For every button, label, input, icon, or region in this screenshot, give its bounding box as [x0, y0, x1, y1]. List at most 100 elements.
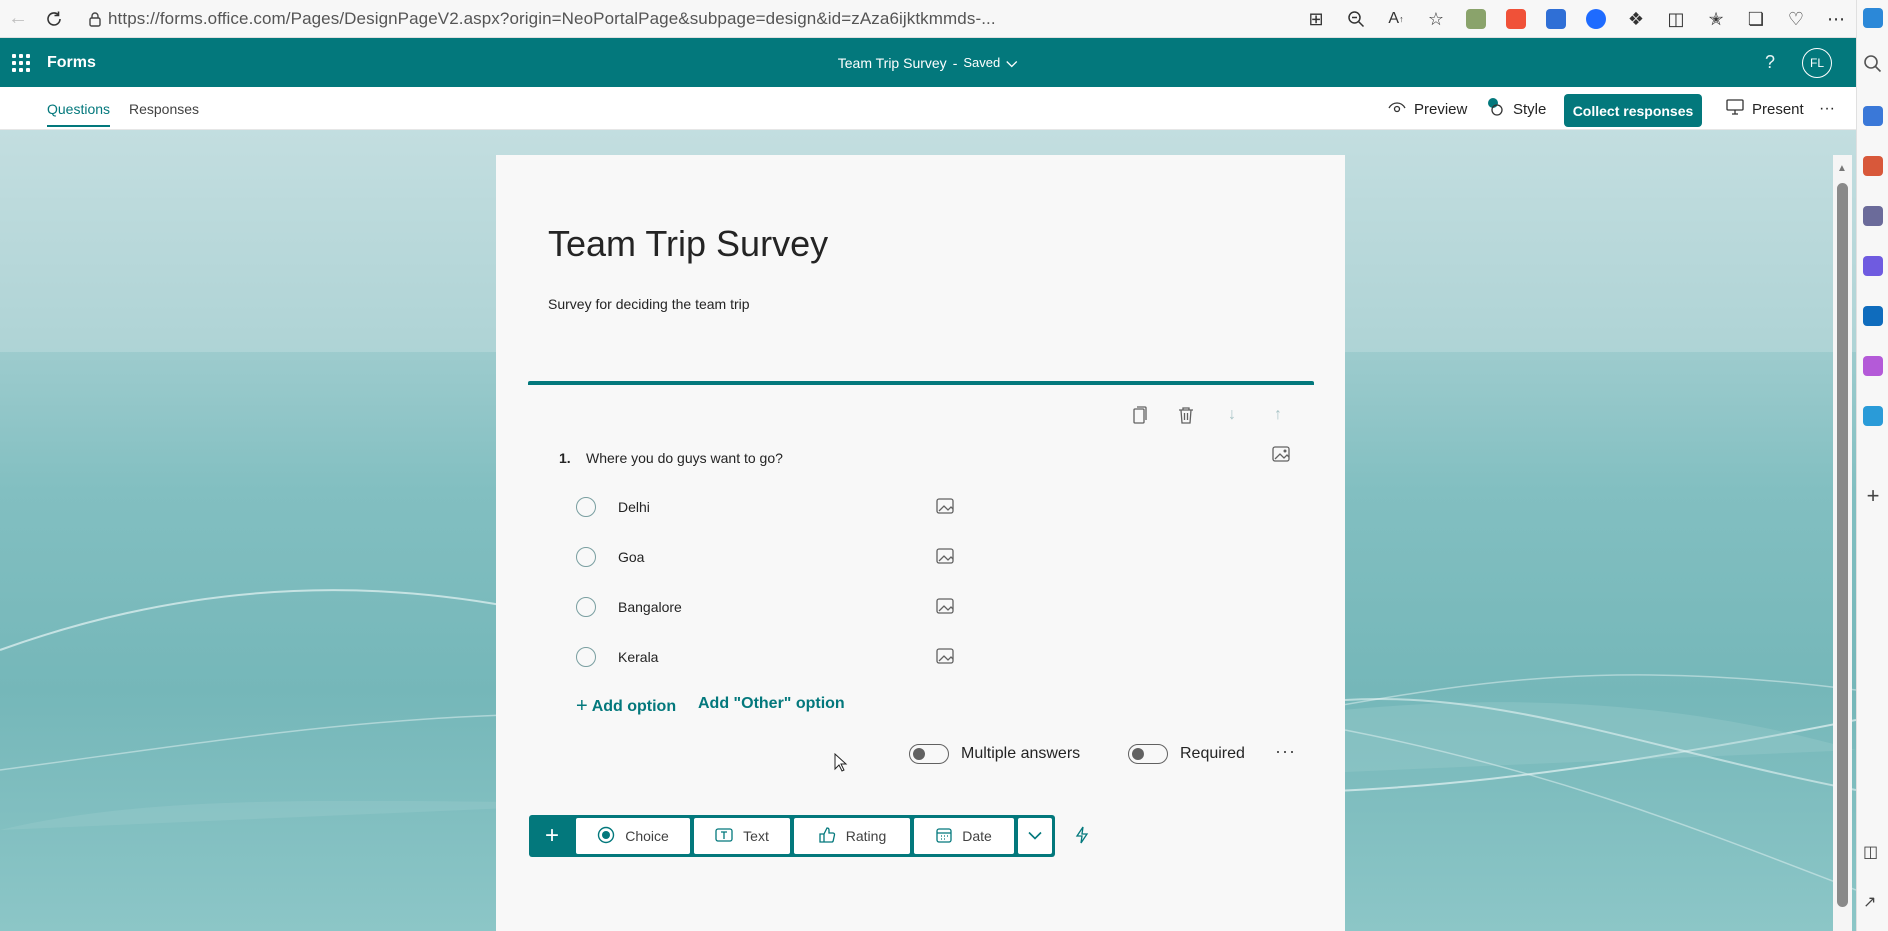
option-image-icon[interactable] [936, 497, 956, 520]
forms-header: Forms Team Trip Survey - Saved ? FL [0, 38, 1856, 87]
scroll-up-icon[interactable]: ▲ [1837, 163, 1847, 174]
palette-icon [1487, 97, 1505, 121]
tab-responses[interactable]: Responses [129, 87, 199, 130]
option-label[interactable]: Delhi [618, 499, 650, 515]
favorite-star-icon[interactable]: ☆ [1416, 4, 1456, 34]
eye-icon [1388, 101, 1406, 118]
present-button[interactable]: Present [1726, 94, 1804, 124]
question-number: 1. [559, 450, 571, 466]
add-new-icon[interactable]: + [532, 818, 572, 854]
help-icon[interactable]: ? [1765, 52, 1775, 73]
extension-1-icon[interactable] [1456, 4, 1496, 34]
more-question-types-button[interactable] [1018, 818, 1052, 854]
extensions-puzzle-icon[interactable]: ❖ [1616, 4, 1656, 34]
lightning-insights-icon[interactable] [1075, 826, 1089, 849]
add-sidebar-icon[interactable]: + [1863, 485, 1883, 507]
toggle-switch[interactable] [909, 744, 949, 764]
date-button[interactable]: Date [914, 818, 1014, 854]
mouse-cursor-icon [834, 752, 848, 778]
choice-label: Choice [625, 828, 669, 844]
choice-button[interactable]: Choice [576, 818, 690, 854]
external-link-icon[interactable]: ↗ [1863, 892, 1883, 912]
page-scrollbar[interactable]: ▲ [1833, 155, 1852, 931]
chevron-down-icon [1006, 55, 1018, 71]
presentation-icon [1726, 99, 1744, 119]
form-title-menu[interactable]: Team Trip Survey - Saved [838, 55, 1018, 71]
question-card[interactable]: ↓ ↑ 1. Where you do guys want to go? Del… [528, 381, 1314, 861]
style-label: Style [1513, 100, 1547, 118]
option-radio [576, 597, 596, 617]
option-label[interactable]: Kerala [618, 649, 658, 665]
style-button[interactable]: Style [1487, 94, 1546, 124]
multiple-answers-toggle[interactable]: Multiple answers [909, 744, 1080, 764]
move-up-icon[interactable]: ↑ [1266, 403, 1290, 427]
people-icon[interactable] [1863, 206, 1883, 226]
split-screen-icon[interactable]: ◫ [1656, 4, 1696, 34]
more-options-button[interactable]: ··· [1819, 94, 1835, 124]
app-launcher-icon[interactable] [6, 48, 36, 78]
shopping-tag-icon[interactable] [1863, 106, 1883, 126]
scroll-thumb[interactable] [1837, 183, 1848, 907]
outlook-icon[interactable] [1863, 306, 1883, 326]
question-more-button[interactable]: ··· [1275, 741, 1296, 762]
add-other-option-button[interactable]: Add "Other" option [698, 695, 845, 713]
add-option-button[interactable]: + Add option [576, 695, 676, 718]
address-bar[interactable]: https://forms.office.com/Pages/DesignPag… [82, 4, 1022, 34]
insert-media-icon[interactable] [1272, 445, 1292, 468]
tools-icon[interactable] [1863, 156, 1883, 176]
option-radio [576, 547, 596, 567]
move-down-icon[interactable]: ↓ [1220, 403, 1244, 427]
app-name[interactable]: Forms [47, 54, 96, 72]
avatar[interactable]: FL [1802, 47, 1832, 78]
text-label: Text [743, 828, 769, 844]
design-toolbar: Questions Responses Preview Style Collec… [0, 87, 1856, 130]
designer-icon[interactable] [1863, 356, 1883, 376]
lock-icon [82, 11, 108, 27]
question-text[interactable]: Where you do guys want to go? [586, 450, 783, 466]
hide-sidebar-icon[interactable]: ◫ [1863, 842, 1883, 862]
present-label: Present [1752, 100, 1804, 118]
text-button[interactable]: Text [694, 818, 790, 854]
extension-flame-icon[interactable] [1576, 4, 1616, 34]
settings-more-icon[interactable]: ⋯ [1816, 4, 1856, 34]
preview-button[interactable]: Preview [1388, 94, 1467, 124]
option-row: Kerala [576, 642, 976, 672]
back-icon[interactable]: ← [0, 4, 36, 34]
extension-swift-icon[interactable] [1496, 4, 1536, 34]
read-aloud-icon[interactable]: A ↑ [1376, 4, 1416, 34]
search-icon[interactable] [1863, 54, 1883, 74]
extension-picker-icon[interactable] [1536, 4, 1576, 34]
preview-label: Preview [1414, 100, 1468, 118]
option-label[interactable]: Bangalore [618, 599, 682, 615]
edge-sidebar: + ◫ ↗ [1856, 0, 1888, 931]
form-description[interactable]: Survey for deciding the team trip [548, 296, 750, 312]
add-option-label: Add option [591, 697, 677, 715]
option-label[interactable]: Goa [618, 549, 644, 565]
refresh-icon[interactable] [36, 4, 72, 34]
option-image-icon[interactable] [936, 647, 956, 670]
tab-questions[interactable]: Questions [47, 87, 111, 130]
option-image-icon[interactable] [936, 547, 956, 570]
copy-question-icon[interactable] [1128, 403, 1152, 427]
thumbs-up-icon [818, 826, 836, 847]
question-actions: ↓ ↑ [1128, 403, 1290, 427]
chevron-down-icon [1028, 827, 1042, 845]
browser-essentials-icon[interactable]: ♡ [1776, 4, 1816, 34]
favorites-icon[interactable]: ✭ [1696, 4, 1736, 34]
rating-label: Rating [845, 828, 887, 844]
collections-icon[interactable]: ❏ [1736, 4, 1776, 34]
rating-button[interactable]: Rating [794, 818, 910, 854]
form-title[interactable]: Team Trip Survey [548, 223, 828, 265]
toggle-switch[interactable] [1128, 744, 1168, 764]
app-available-icon[interactable]: ⊞ [1296, 4, 1336, 34]
copilot-icon[interactable] [1863, 8, 1883, 28]
required-toggle[interactable]: Required [1128, 744, 1245, 764]
send-icon[interactable] [1863, 406, 1883, 426]
collect-responses-button[interactable]: Collect responses [1564, 94, 1702, 127]
zoom-out-icon[interactable] [1336, 4, 1376, 34]
text-box-icon [715, 827, 733, 845]
option-image-icon[interactable] [936, 597, 956, 620]
m365-icon[interactable] [1863, 256, 1883, 276]
delete-question-icon[interactable] [1174, 403, 1198, 427]
option-radio [576, 497, 596, 517]
